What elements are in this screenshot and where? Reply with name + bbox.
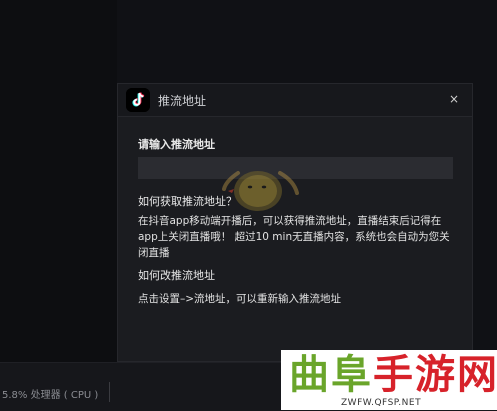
left-panel (0, 0, 117, 362)
how-to-get-text: 在抖音app移动端开播后，可以获得推流地址，直播结束后记得在app上关闭直播哦！… (138, 215, 450, 259)
stream-url-dialog: 推流地址 × 请输入推流地址 如何获取推流地址？ 在抖音app移动端开播后，可以… (117, 83, 473, 362)
how-to-change-heading: 如何改推流地址 (138, 269, 215, 282)
dialog-header: 推流地址 × (118, 84, 472, 117)
dialog-title: 推流地址 (158, 94, 207, 108)
watermark-title-part1: 曲阜 (289, 351, 373, 398)
status-divider (109, 382, 110, 402)
watermark-title-part2: 手游网 (373, 351, 497, 398)
cpu-usage-text: 5.8% 处理器 ( CPU ) (2, 390, 99, 401)
site-watermark: 曲阜手游网 ZWFW.QFSP.NET (281, 350, 497, 410)
mascot-watermark-icon (218, 163, 300, 219)
watermark-url: ZWFW.QFSP.NET (341, 398, 422, 408)
close-icon[interactable]: × (446, 91, 462, 107)
watermark-title: 曲阜手游网 (289, 350, 497, 400)
tiktok-logo-icon (126, 88, 150, 112)
url-field-label: 请输入推流地址 (138, 138, 215, 151)
how-to-change-text: 点击设置–>流地址，可以重新输入推流地址 (138, 293, 342, 305)
